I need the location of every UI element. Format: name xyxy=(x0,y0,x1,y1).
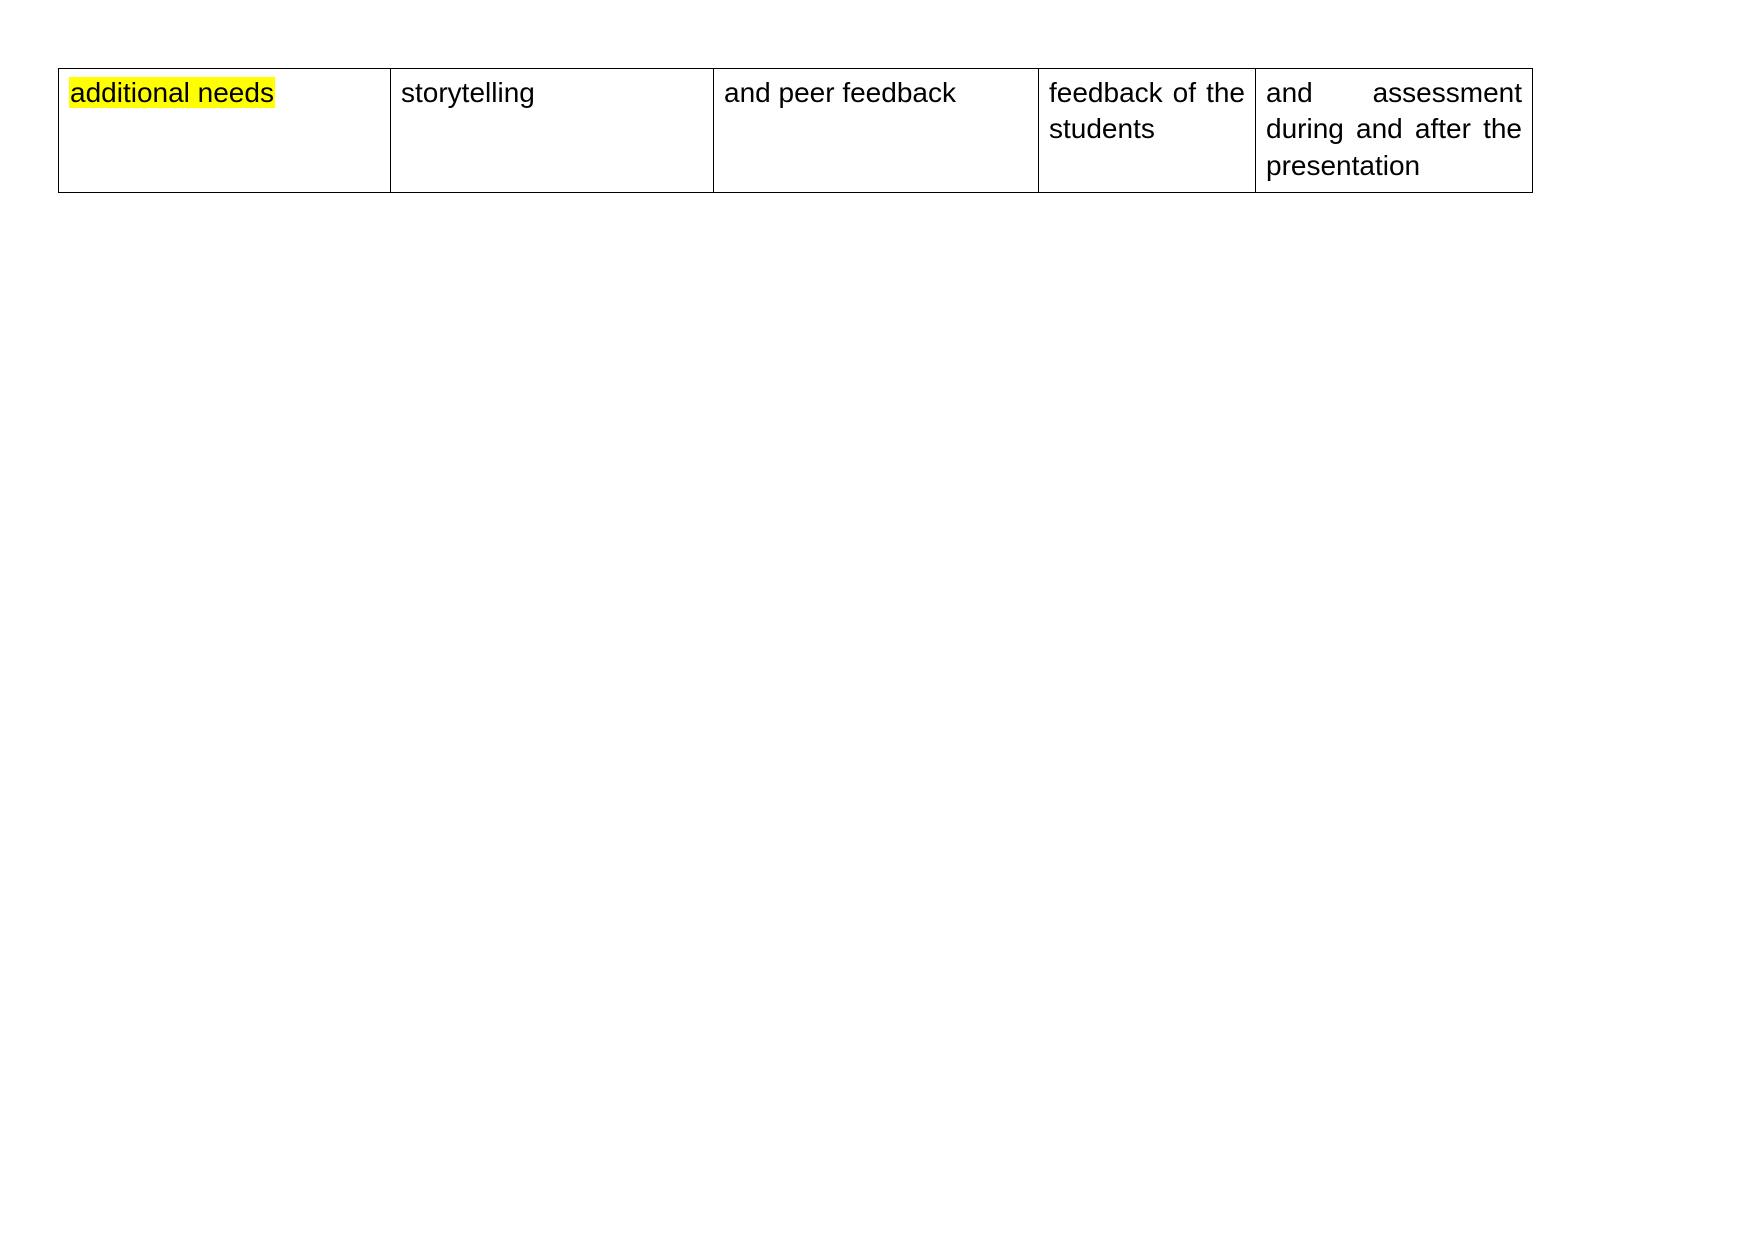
cell-text: and assessment during and after the pres… xyxy=(1266,77,1522,181)
cell-text: storytelling xyxy=(401,77,535,108)
cell-text: feedback of the students xyxy=(1049,77,1245,145)
cell-text: and peer feedback xyxy=(724,77,956,108)
highlighted-text: additional needs xyxy=(69,77,275,108)
table-cell-feedback-of-students[interactable]: feedback of the students xyxy=(1038,67,1256,194)
table-cell-additional-needs[interactable]: additional needs xyxy=(58,67,391,194)
cell-paragraph: additional needs xyxy=(69,75,380,111)
table-cell-assessment[interactable]: and assessment during and after the pres… xyxy=(1255,67,1533,194)
table-body: additional needs storytelling and peer f… xyxy=(58,67,1533,194)
table-cell-storytelling[interactable]: storytelling xyxy=(390,67,714,194)
document-page: additional needs storytelling and peer f… xyxy=(0,0,1754,1241)
table-cell-peer-feedback[interactable]: and peer feedback xyxy=(713,67,1039,194)
table-row: additional needs storytelling and peer f… xyxy=(58,67,1533,194)
content-table: additional needs storytelling and peer f… xyxy=(58,67,1533,194)
table-container: additional needs storytelling and peer f… xyxy=(58,67,1533,194)
